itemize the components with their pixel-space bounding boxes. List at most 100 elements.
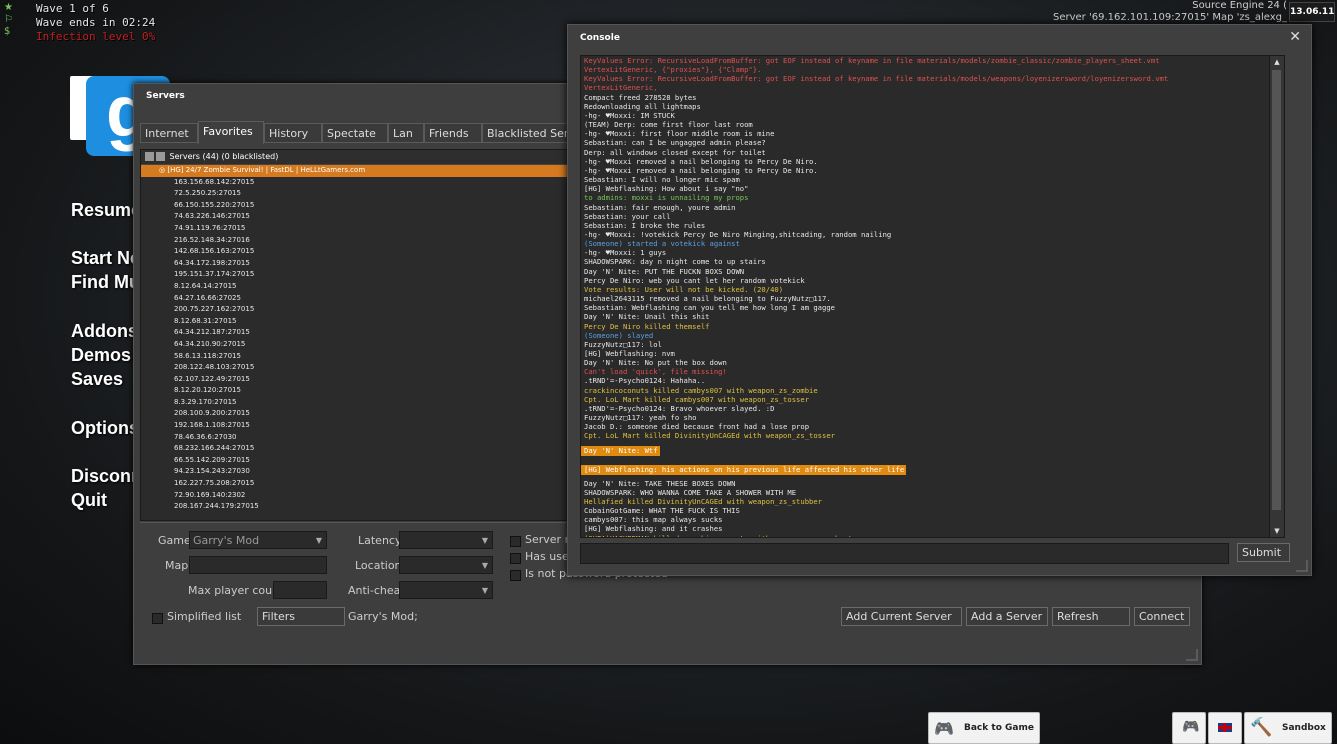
simplified-list-checkbox[interactable] (152, 613, 163, 624)
table-row[interactable]: 208.122.48.103:27015 (141, 362, 571, 374)
map-input[interactable] (189, 556, 327, 574)
console-line: Sebastian: I broke the rules (584, 220, 706, 230)
tab-internet[interactable]: Internet (140, 123, 198, 143)
table-row[interactable]: 72.5.250.25:27015 (141, 188, 571, 200)
table-row[interactable]: 8.12.64.14:27015 (141, 281, 571, 293)
table-row[interactable]: 142.68.156.163:27015 (141, 246, 571, 258)
tab-lan[interactable]: Lan (388, 123, 424, 143)
not-password-checkbox[interactable] (510, 570, 521, 581)
max-player-input[interactable] (273, 581, 327, 599)
table-row[interactable]: 216.52.148.34:27016 (141, 235, 571, 247)
menu-demos[interactable]: Demos (71, 345, 131, 366)
hud-status-icons: ★ ⚐ $ (4, 2, 13, 37)
console-input[interactable] (580, 543, 1229, 564)
table-row[interactable]: 8.12.20.120:27015 (141, 385, 571, 397)
console-line: -hg- ♥Moxxi: !votekick Percy De Niro Min… (584, 229, 892, 239)
table-row[interactable]: 64.27.16.66:27025 (141, 293, 571, 305)
location-select[interactable]: ▼ (399, 556, 493, 574)
language-button[interactable] (1208, 712, 1242, 744)
table-row[interactable]: 62.107.122.49:27015 (141, 374, 571, 386)
lock-icon (145, 152, 154, 161)
menu-addons[interactable]: Addons (71, 321, 138, 342)
chevron-down-icon: ▼ (481, 561, 488, 570)
server-list-header[interactable]: Servers (44) (0 blacklisted) (141, 150, 571, 165)
close-icon[interactable]: ✕ (1289, 29, 1301, 45)
table-row[interactable]: 208.100.9.200:27015 (141, 408, 571, 420)
shield-icon (156, 152, 165, 161)
table-row[interactable]: 66.55.142.209:27015 (141, 455, 571, 467)
game-select[interactable]: Garry's Mod ▼ (189, 531, 327, 549)
console-line: CobainGotGame: WHAT THE FUCK IS THIS (584, 506, 740, 516)
table-row[interactable]: 94.23.154.243:27030 (141, 466, 571, 478)
scroll-thumb[interactable] (1272, 70, 1281, 510)
back-to-game-button[interactable]: 🎮 Back to Game (928, 712, 1040, 744)
console-line: [HG] Webflashing: How about i say "no" (584, 184, 749, 194)
table-row[interactable]: 162.227.75.208:27015 (141, 478, 571, 490)
table-row[interactable]: 64.34.212.187:27015 (141, 327, 571, 339)
table-row-selected[interactable]: ◎ [HG] 24/7 Zombie Survival! | FastDL | … (141, 165, 571, 177)
server-not-full-checkbox[interactable] (510, 536, 521, 547)
tab-blacklisted[interactable]: Blacklisted Servers (482, 123, 568, 143)
table-row[interactable]: 192.168.1.108:27015 (141, 420, 571, 432)
table-row[interactable]: 8.3.29.170:27015 (141, 397, 571, 409)
console-line: (SUPA)HACKERMAN killed crackincoconuts w… (584, 533, 861, 538)
console-line: Day 'N' Nite: Wtf (581, 446, 660, 456)
engine-version: Source Engine 24 ( (1192, 0, 1287, 11)
games-button[interactable]: 🎮 (1172, 712, 1206, 744)
menu-quit[interactable]: Quit (71, 490, 107, 511)
console-line: Day 'N' Nite: No put the box down (584, 358, 727, 368)
sandbox-button[interactable]: 🔨 Sandbox (1244, 712, 1332, 744)
table-row[interactable]: 74.91.119.76:27015 (141, 223, 571, 235)
scroll-down-icon[interactable]: ▼ (1270, 525, 1284, 537)
console-window: Console ✕ KeyValues Error: RecursiveLoad… (567, 24, 1312, 576)
console-line: (Someone) slayed (584, 330, 654, 340)
hud-wave-ends: Wave ends in 02:24 (36, 16, 156, 29)
menu-options[interactable]: Options (71, 418, 139, 439)
latency-select[interactable]: ▼ (399, 531, 493, 549)
connect-button[interactable]: Connect (1134, 607, 1190, 626)
scroll-up-icon[interactable]: ▲ (1270, 56, 1284, 68)
table-row[interactable]: 66.150.155.220:27015 (141, 200, 571, 212)
console-line: SHADOWSPARK: WHO WANNA COME TAKE A SHOWE… (584, 487, 797, 497)
table-row[interactable]: 208.167.244.179:27015 (141, 501, 571, 513)
console-line: VertexLitGeneric, (584, 83, 658, 93)
console-line: KeyValues Error: RecursiveLoadFromBuffer… (584, 74, 1169, 84)
add-server-button[interactable]: Add a Server (966, 607, 1048, 626)
table-row[interactable]: 195.151.37.174:27015 (141, 269, 571, 281)
chevron-down-icon: ▼ (481, 586, 488, 595)
menu-saves[interactable]: Saves (71, 369, 123, 390)
console-line: (Someone) started a votekick against (584, 239, 740, 249)
console-title: Console (580, 33, 620, 43)
table-row[interactable]: 8.12.68.31:27015 (141, 316, 571, 328)
table-row[interactable]: 68.232.166.244:27015 (141, 443, 571, 455)
tab-spectate[interactable]: Spectate (322, 123, 388, 143)
anticheat-select[interactable]: ▼ (399, 581, 493, 599)
table-row[interactable]: 64.34.210.90:27015 (141, 339, 571, 351)
game-select-value: Garry's Mod (193, 534, 260, 547)
table-row[interactable]: 72.90.169.140:2302 (141, 490, 571, 502)
filters-button[interactable]: Filters (257, 607, 345, 626)
table-row[interactable]: 58.6.13.118:27015 (141, 351, 571, 363)
table-row[interactable]: 163.156.68.142:27015 (141, 177, 571, 189)
console-line: to admins: moxxi is unnailing my props (584, 193, 749, 203)
console-line: .tRND'=-Psycho0124: Hahaha.. (584, 376, 706, 386)
has-users-checkbox[interactable] (510, 553, 521, 564)
console-scrollbar[interactable]: ▲ ▼ (1269, 56, 1284, 537)
refresh-button[interactable]: Refresh (1052, 607, 1130, 626)
table-row[interactable]: 200.75.227.162:27015 (141, 304, 571, 316)
table-row[interactable]: 78.46.36.6:27030 (141, 432, 571, 444)
server-not-full-label: Server not full (525, 533, 570, 546)
add-current-server-button[interactable]: Add Current Server (841, 607, 962, 626)
tab-favorites[interactable]: Favorites (198, 121, 264, 144)
tab-history[interactable]: History (264, 123, 322, 143)
resize-grip-icon[interactable] (1186, 649, 1198, 661)
console-line: Can't load 'quick', file missing! (584, 367, 727, 377)
submit-button[interactable]: Submit (1237, 543, 1290, 562)
resize-grip-icon[interactable] (1296, 560, 1308, 572)
console-line: Cpt. LoL Mart killed cambys007 with weap… (584, 394, 810, 404)
table-row[interactable]: 64.34.172.198:27015 (141, 258, 571, 270)
table-row[interactable]: 74.63.226.146:27015 (141, 211, 571, 223)
tab-friends[interactable]: Friends (424, 123, 482, 143)
console-line: Day 'N' Nite: TAKE THESE BOXES DOWN (584, 478, 736, 488)
console-line: .tRND'=-Psycho0124: Bravo whoever slayed… (584, 403, 775, 413)
